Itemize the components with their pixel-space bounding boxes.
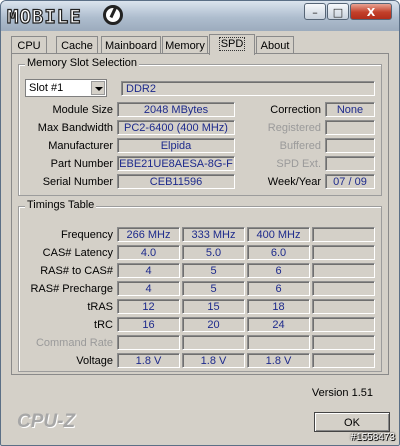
serial-number-label: Serial Number xyxy=(42,176,113,188)
buffered-field xyxy=(325,138,375,153)
version-label: Version 1.51 xyxy=(311,387,373,399)
tab-bar: CPU Cache Mainboard Memory SPD About xyxy=(11,34,391,55)
module-size-field: 2048 MBytes xyxy=(117,102,235,117)
memory-type-field: DDR2 xyxy=(121,81,375,96)
part-number-label: Part Number xyxy=(50,158,113,170)
part-number-field: EBE21UE8AESA-8G-F xyxy=(117,156,235,171)
timing-cell: 16 xyxy=(117,317,180,332)
slot-select-value: Slot #1 xyxy=(29,82,64,94)
tab-spd[interactable]: SPD xyxy=(209,34,255,55)
timing-cell: 333 MHz xyxy=(182,227,245,242)
serial-number-field: CEB11596 xyxy=(117,174,235,189)
week-year-field: 07 / 09 xyxy=(325,174,375,189)
timing-cell: 266 MHz xyxy=(117,227,180,242)
manufacturer-label: Manufacturer xyxy=(48,140,113,152)
cpuz-brand: CPU-Z xyxy=(17,411,76,432)
timing-cell: 400 MHz xyxy=(247,227,310,242)
watermark: #1558473 xyxy=(350,432,396,443)
timing-cell: 24 xyxy=(247,317,310,332)
timing-cell xyxy=(312,227,375,242)
close-button[interactable]: X xyxy=(350,3,392,20)
manufacturer-field: Elpida xyxy=(117,138,235,153)
logo-text: MOBILE xyxy=(6,5,82,28)
timing-cell: 15 xyxy=(182,299,245,314)
correction-field: None xyxy=(325,102,375,117)
timing-row-label: Command Rate xyxy=(35,337,113,349)
tab-label: SPD xyxy=(218,37,246,51)
timing-row-label: RAS# to CAS# xyxy=(40,265,113,277)
timing-cell: 6 xyxy=(247,281,310,296)
timing-cell xyxy=(312,299,375,314)
max-bandwidth-label: Max Bandwidth xyxy=(37,122,113,134)
spd-panel: Memory Slot Selection Slot #1 DDR2 Modul… xyxy=(11,53,389,375)
tab-label: Memory xyxy=(165,40,205,52)
tab-mainboard[interactable]: Mainboard xyxy=(101,36,161,54)
title-bar[interactable]: MOBILE – □ X xyxy=(1,1,399,31)
timing-cell: 4 xyxy=(117,281,180,296)
logo-power-icon xyxy=(103,5,123,25)
tab-label: CPU xyxy=(17,40,41,52)
spd-ext-field xyxy=(325,156,375,171)
timing-cell: 6.0 xyxy=(247,245,310,260)
group-title: Timings Table xyxy=(25,199,97,211)
timing-row-label: CAS# Latency xyxy=(42,247,113,259)
buffered-label: Buffered xyxy=(279,140,321,152)
maximize-button[interactable]: □ xyxy=(327,3,349,20)
group-title: Memory Slot Selection xyxy=(25,57,140,69)
spd-ext-label: SPD Ext. xyxy=(276,158,321,170)
timing-row-label: tRAS xyxy=(87,301,113,313)
memory-slot-group: Memory Slot Selection Slot #1 DDR2 Modul… xyxy=(18,57,382,196)
timing-cell xyxy=(182,335,245,350)
timing-cell xyxy=(312,317,375,332)
timings-group: Timings Table Frequency 266 MHz 333 MHz 400… xyxy=(18,199,382,372)
timing-cell xyxy=(312,245,375,260)
max-bandwidth-field: PC2-6400 (400 MHz) xyxy=(117,120,235,135)
cpuz-window: MOBILE – □ X CPU Cache Mainboard Memory … xyxy=(0,0,400,446)
module-size-label: Module Size xyxy=(52,104,113,116)
timing-cell: 6 xyxy=(247,263,310,278)
timing-row-label: RAS# Precharge xyxy=(30,283,113,295)
tab-cpu[interactable]: CPU xyxy=(11,36,47,54)
correction-label: Correction xyxy=(270,104,321,116)
timing-cell: 12 xyxy=(117,299,180,314)
timing-cell: 5 xyxy=(182,281,245,296)
registered-label: Registered xyxy=(267,122,321,134)
mobile01-logo: MOBILE xyxy=(5,4,127,29)
tab-about[interactable]: About xyxy=(256,36,294,54)
timing-cell xyxy=(312,353,375,368)
registered-field xyxy=(325,120,375,135)
timing-cell xyxy=(312,335,375,350)
timing-cell xyxy=(312,263,375,278)
tab-label: Mainboard xyxy=(105,40,157,52)
timing-row-label: Frequency xyxy=(61,229,113,241)
timing-cell: 1.8 V xyxy=(182,353,245,368)
minimize-button[interactable]: – xyxy=(304,3,326,20)
timing-cell: 4 xyxy=(117,263,180,278)
timing-cell: 5.0 xyxy=(182,245,245,260)
timing-cell xyxy=(247,335,310,350)
timing-cell: 1.8 V xyxy=(117,353,180,368)
timing-cell: 18 xyxy=(247,299,310,314)
timing-cell: 4.0 xyxy=(117,245,180,260)
tab-label: Cache xyxy=(61,40,93,52)
week-year-label: Week/Year xyxy=(267,176,321,188)
chevron-down-icon[interactable] xyxy=(91,81,105,95)
timing-row-label: tRC xyxy=(94,319,113,331)
tab-cache[interactable]: Cache xyxy=(56,36,98,54)
tab-memory[interactable]: Memory xyxy=(162,36,208,54)
timing-cell: 1.8 V xyxy=(247,353,310,368)
slot-select[interactable]: Slot #1 xyxy=(25,79,107,97)
timing-cell xyxy=(117,335,180,350)
ok-button[interactable]: OK xyxy=(314,412,390,432)
tab-label: About xyxy=(260,40,290,52)
timing-cell: 20 xyxy=(182,317,245,332)
timing-row-label: Voltage xyxy=(76,355,113,367)
timing-cell xyxy=(312,281,375,296)
timing-cell: 5 xyxy=(182,263,245,278)
